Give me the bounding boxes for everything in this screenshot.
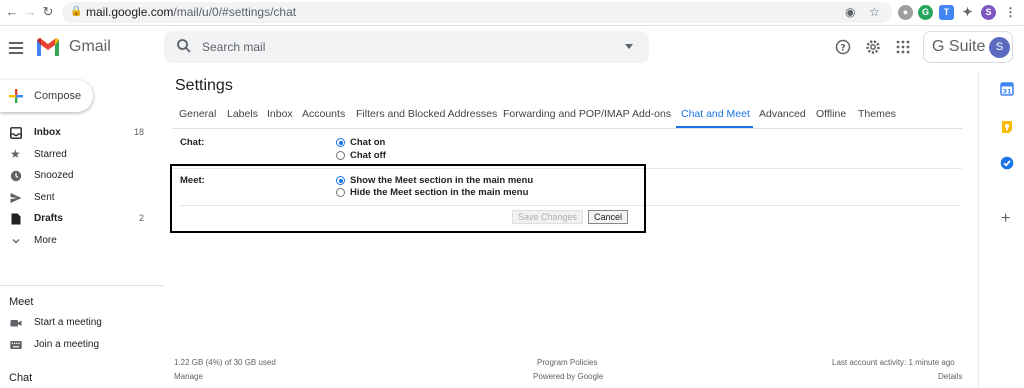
search-options-icon[interactable] [625, 44, 633, 49]
tab-themes[interactable]: Themes [858, 108, 896, 120]
gsuite-label: G Suite [932, 38, 986, 55]
send-icon [10, 193, 22, 203]
profile-avatar[interactable]: S [981, 5, 996, 20]
sidebar-item-label: Inbox [34, 127, 61, 138]
settings-gear-icon[interactable] [865, 39, 881, 55]
help-icon[interactable]: ? [835, 39, 851, 55]
details-link[interactable]: Details [938, 372, 962, 381]
lock-icon: 🔒 [70, 6, 83, 17]
reload-icon[interactable]: ↻ [40, 4, 56, 20]
svg-text:?: ? [840, 44, 845, 54]
draft-icon [11, 213, 21, 225]
unread-count: 18 [133, 127, 144, 137]
svg-text:31: 31 [1002, 88, 1012, 96]
side-panel-divider [978, 70, 979, 388]
tab-offline[interactable]: Offline [816, 108, 846, 120]
translate-icon[interactable]: T [939, 5, 954, 20]
grammarly-icon[interactable]: G [918, 5, 933, 20]
puzzle-icon[interactable]: ✦ [960, 5, 975, 20]
tasks-icon[interactable] [1000, 156, 1014, 170]
compose-button[interactable]: Compose [0, 80, 93, 112]
apps-grid-icon[interactable] [895, 39, 911, 55]
inbox-icon [10, 127, 22, 139]
chevron-down-icon [12, 239, 20, 244]
search-input[interactable]: Search mail [202, 40, 265, 54]
last-activity: Last account activity: 1 minute ago [832, 358, 955, 367]
tab-advanced[interactable]: Advanced [759, 108, 806, 120]
back-icon[interactable]: ← [4, 4, 20, 20]
highlight-box [170, 164, 646, 233]
tab-inbox[interactable]: Inbox [267, 108, 293, 120]
sidebar-item-start-meeting[interactable]: Start a meeting [0, 314, 160, 334]
tab-labels[interactable]: Labels [227, 108, 258, 120]
compose-label: Compose [34, 90, 82, 102]
sidebar-item-starred[interactable]: ★ Starred [0, 146, 160, 166]
chat-section-header: Chat [9, 372, 33, 384]
sidebar-item-label: More [34, 235, 57, 246]
sidebar-item-label: Starred [34, 149, 67, 160]
sidebar-item-more[interactable]: More [0, 232, 160, 252]
compose-plus-icon [9, 89, 23, 103]
eye-icon[interactable]: ◉ [845, 5, 855, 19]
star-icon: ★ [10, 147, 21, 161]
chat-off-label[interactable]: Chat off [350, 150, 386, 161]
kebab-menu-icon[interactable]: ⋮ [1003, 5, 1018, 20]
sidebar-item-label: Sent [34, 192, 55, 203]
sidebar-item-snoozed[interactable]: Snoozed [0, 167, 160, 187]
chat-setting-label: Chat: [180, 137, 205, 148]
sidebar-item-join-meeting[interactable]: Join a meeting [0, 336, 160, 356]
video-icon [10, 320, 22, 327]
gmail-logo-icon [37, 38, 59, 56]
sidebar-item-drafts[interactable]: Drafts 2 [0, 210, 160, 230]
clock-icon [10, 170, 22, 182]
page-title: Settings [175, 77, 233, 94]
search-bar[interactable]: Search mail [164, 31, 649, 63]
draft-count: 2 [138, 213, 144, 223]
manage-storage-link[interactable]: Manage [174, 372, 203, 381]
tab-filters[interactable]: Filters and Blocked Addresses [356, 108, 497, 120]
sidebar-item-inbox[interactable]: Inbox 18 [0, 124, 160, 144]
calendar-icon[interactable]: 31 [1000, 82, 1014, 96]
chat-on-radio[interactable] [336, 138, 345, 147]
storage-usage: 1.22 GB (4%) of 30 GB used [174, 358, 276, 367]
main-menu-icon[interactable] [9, 42, 23, 57]
forward-icon[interactable]: → [22, 4, 38, 20]
sidebar-item-sent[interactable]: Sent [0, 189, 160, 209]
tabs-divider [172, 128, 962, 129]
gmail-wordmark: Gmail [69, 38, 111, 55]
tab-chat-and-meet[interactable]: Chat and Meet [681, 108, 750, 120]
program-policies-link[interactable]: Program Policies [537, 358, 597, 367]
sidebar-item-label: Join a meeting [34, 339, 100, 350]
tab-accounts[interactable]: Accounts [302, 108, 345, 120]
tab-addons[interactable]: Add-ons [632, 108, 671, 120]
powered-by-google: Powered by Google [533, 372, 604, 381]
keyboard-icon [10, 341, 22, 349]
keep-icon[interactable] [1000, 120, 1014, 134]
address-bar[interactable]: 🔒 mail.google.com/mail/u/0/#settings/cha… [62, 2, 892, 23]
sidebar-item-label: Snoozed [34, 170, 74, 181]
search-icon[interactable] [176, 38, 192, 54]
chat-off-radio[interactable] [336, 151, 345, 160]
sidebar-divider [0, 285, 164, 286]
bookmark-star-icon[interactable]: ☆ [869, 5, 880, 19]
meet-section-header: Meet [9, 296, 34, 308]
account-avatar[interactable]: S [989, 37, 1010, 58]
url-text: mail.google.com/mail/u/0/#settings/chat [86, 5, 297, 19]
sidebar-item-label: Drafts [34, 213, 63, 224]
gsuite-account-chip[interactable]: G Suite S [923, 31, 1013, 63]
browser-toolbar: ← → ↻ 🔒 mail.google.com/mail/u/0/#settin… [0, 0, 1024, 26]
sidebar-item-label: Start a meeting [34, 317, 102, 328]
extension-icon[interactable]: ● [898, 5, 913, 20]
tab-general[interactable]: General [179, 108, 216, 120]
chat-on-label[interactable]: Chat on [350, 137, 385, 148]
tab-forwarding[interactable]: Forwarding and POP/IMAP [503, 108, 630, 120]
add-addons-icon[interactable]: + [1001, 211, 1010, 227]
